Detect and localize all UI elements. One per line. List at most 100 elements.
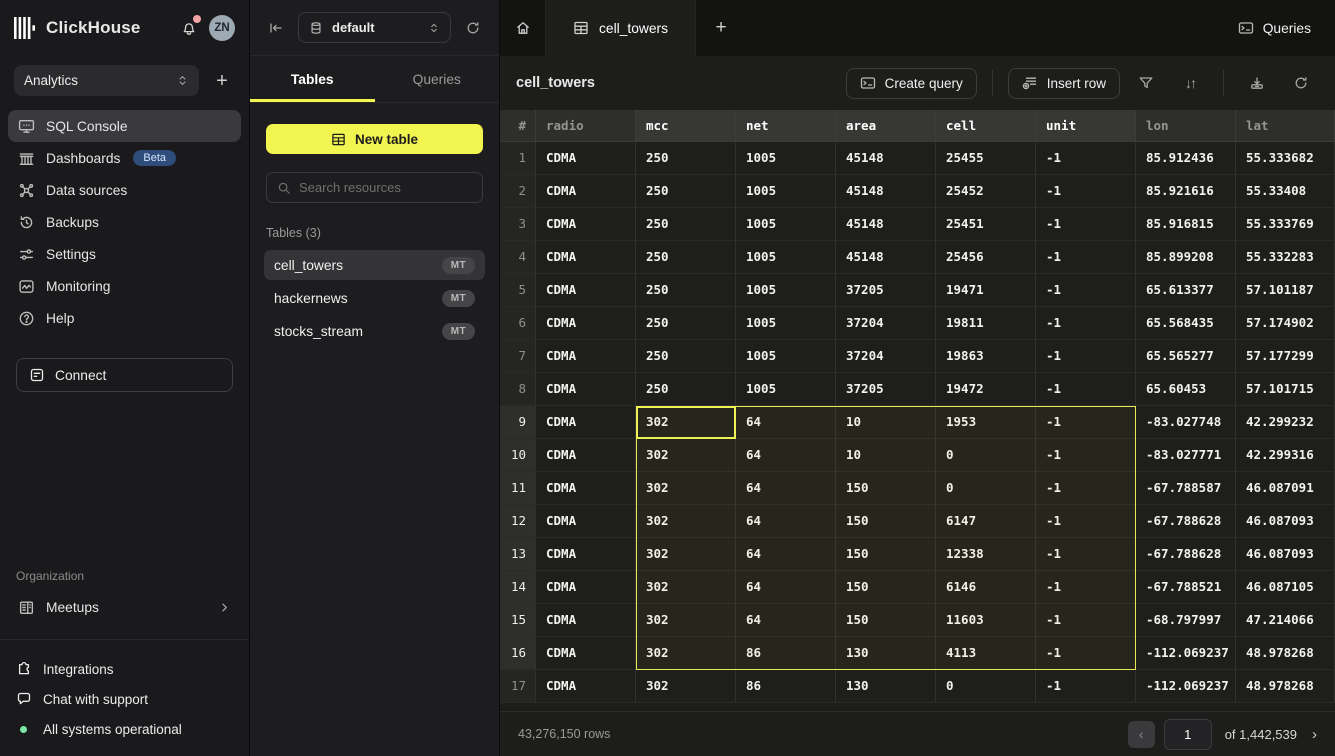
cell[interactable]: -1 (1036, 208, 1136, 241)
cell[interactable]: 0 (936, 670, 1036, 703)
cell[interactable]: 0 (936, 439, 1036, 472)
cell[interactable]: 130 (836, 637, 936, 670)
cell[interactable]: CDMA (536, 406, 636, 439)
cell[interactable]: -1 (1036, 571, 1136, 604)
status-indicator[interactable]: All systems operational (0, 714, 249, 744)
cell[interactable]: -1 (1036, 538, 1136, 571)
filter-button[interactable] (1128, 68, 1164, 98)
cell[interactable]: 46.087091 (1236, 472, 1335, 505)
row-number[interactable]: 4 (500, 241, 536, 274)
cell[interactable]: 250 (636, 373, 736, 406)
cell[interactable]: 12338 (936, 538, 1036, 571)
sidebar-item-sql-console[interactable]: SQL Console (8, 110, 241, 142)
cell[interactable]: 302 (636, 637, 736, 670)
column-header-mcc[interactable]: mcc (636, 110, 736, 142)
cell[interactable]: 57.174902 (1236, 307, 1335, 340)
cell[interactable]: 37204 (836, 307, 936, 340)
cell[interactable]: 1005 (736, 307, 836, 340)
cell[interactable]: 1005 (736, 274, 836, 307)
prev-page-button[interactable]: ‹ (1128, 721, 1155, 748)
new-tab-button[interactable]: + (696, 0, 746, 56)
notifications-button[interactable] (178, 17, 200, 39)
cell[interactable]: -1 (1036, 274, 1136, 307)
queries-button[interactable]: Queries (1238, 20, 1311, 36)
cell[interactable]: CDMA (536, 241, 636, 274)
cell[interactable]: 302 (636, 604, 736, 637)
cell[interactable]: 45148 (836, 175, 936, 208)
tab-queries[interactable]: Queries (375, 56, 500, 102)
cell[interactable]: 45148 (836, 241, 936, 274)
refresh-tables-button[interactable] (461, 16, 485, 40)
cell[interactable]: -67.788628 (1136, 505, 1236, 538)
sidebar-item-dashboards[interactable]: Dashboards Beta (8, 142, 241, 174)
cell[interactable]: 1005 (736, 340, 836, 373)
cell[interactable]: 302 (636, 505, 736, 538)
cell[interactable]: 46.087093 (1236, 505, 1335, 538)
table-list-item-stocks-stream[interactable]: stocks_stream MT (264, 316, 485, 346)
cell[interactable]: 64 (736, 571, 836, 604)
row-number[interactable]: 10 (500, 439, 536, 472)
cell[interactable]: 48.978268 (1236, 637, 1335, 670)
cell[interactable]: -112.069237 (1136, 637, 1236, 670)
cell[interactable]: 250 (636, 340, 736, 373)
column-header-cell[interactable]: cell (936, 110, 1036, 142)
cell[interactable]: 85.921616 (1136, 175, 1236, 208)
row-number[interactable]: 1 (500, 142, 536, 175)
cell[interactable]: 150 (836, 472, 936, 505)
cell[interactable]: -1 (1036, 406, 1136, 439)
cell[interactable]: 10 (836, 439, 936, 472)
cell[interactable]: -1 (1036, 307, 1136, 340)
cell[interactable]: -1 (1036, 439, 1136, 472)
cell[interactable]: 19471 (936, 274, 1036, 307)
cell[interactable]: 11603 (936, 604, 1036, 637)
sidebar-item-backups[interactable]: Backups (8, 206, 241, 238)
cell[interactable]: -112.069237 (1136, 670, 1236, 703)
cell[interactable]: CDMA (536, 373, 636, 406)
collapse-panel-button[interactable] (264, 16, 288, 40)
column-header-area[interactable]: area (836, 110, 936, 142)
cell[interactable]: 55.33408 (1236, 175, 1335, 208)
cell[interactable]: CDMA (536, 142, 636, 175)
sidebar-item-meetups[interactable]: Meetups (8, 591, 241, 623)
sidebar-item-settings[interactable]: Settings (8, 238, 241, 270)
cell[interactable]: 250 (636, 142, 736, 175)
cell[interactable]: CDMA (536, 571, 636, 604)
cell[interactable]: 302 (636, 670, 736, 703)
column-header-net[interactable]: net (736, 110, 836, 142)
cell[interactable]: 46.087093 (1236, 538, 1335, 571)
column-header-radio[interactable]: radio (536, 110, 636, 142)
cell[interactable]: -1 (1036, 604, 1136, 637)
cell[interactable]: -67.788587 (1136, 472, 1236, 505)
row-number[interactable]: 11 (500, 472, 536, 505)
cell[interactable]: 57.101187 (1236, 274, 1335, 307)
home-button[interactable] (500, 0, 546, 56)
cell[interactable]: 64 (736, 406, 836, 439)
cell[interactable]: -67.788521 (1136, 571, 1236, 604)
tab-tables[interactable]: Tables (250, 56, 375, 102)
row-number[interactable]: 7 (500, 340, 536, 373)
cell[interactable]: 64 (736, 472, 836, 505)
cell[interactable]: CDMA (536, 274, 636, 307)
search-resources[interactable] (266, 172, 483, 203)
cell[interactable]: -1 (1036, 142, 1136, 175)
sidebar-item-integrations[interactable]: Integrations (0, 654, 249, 684)
next-page-button[interactable]: › (1312, 726, 1317, 743)
cell[interactable]: 6147 (936, 505, 1036, 538)
cell[interactable]: 64 (736, 604, 836, 637)
cell[interactable]: 25456 (936, 241, 1036, 274)
cell[interactable]: 0 (936, 472, 1036, 505)
row-number[interactable]: 17 (500, 670, 536, 703)
cell[interactable]: 57.177299 (1236, 340, 1335, 373)
cell[interactable]: 55.332283 (1236, 241, 1335, 274)
cell[interactable]: 85.916815 (1136, 208, 1236, 241)
cell[interactable]: 42.299316 (1236, 439, 1335, 472)
sidebar-item-data-sources[interactable]: Data sources (8, 174, 241, 206)
cell[interactable]: 1005 (736, 373, 836, 406)
cell[interactable]: 150 (836, 505, 936, 538)
cell[interactable]: 64 (736, 439, 836, 472)
cell[interactable]: 47.214066 (1236, 604, 1335, 637)
cell[interactable]: CDMA (536, 439, 636, 472)
cell[interactable]: 86 (736, 637, 836, 670)
cell[interactable]: 130 (836, 670, 936, 703)
cell[interactable]: 6146 (936, 571, 1036, 604)
